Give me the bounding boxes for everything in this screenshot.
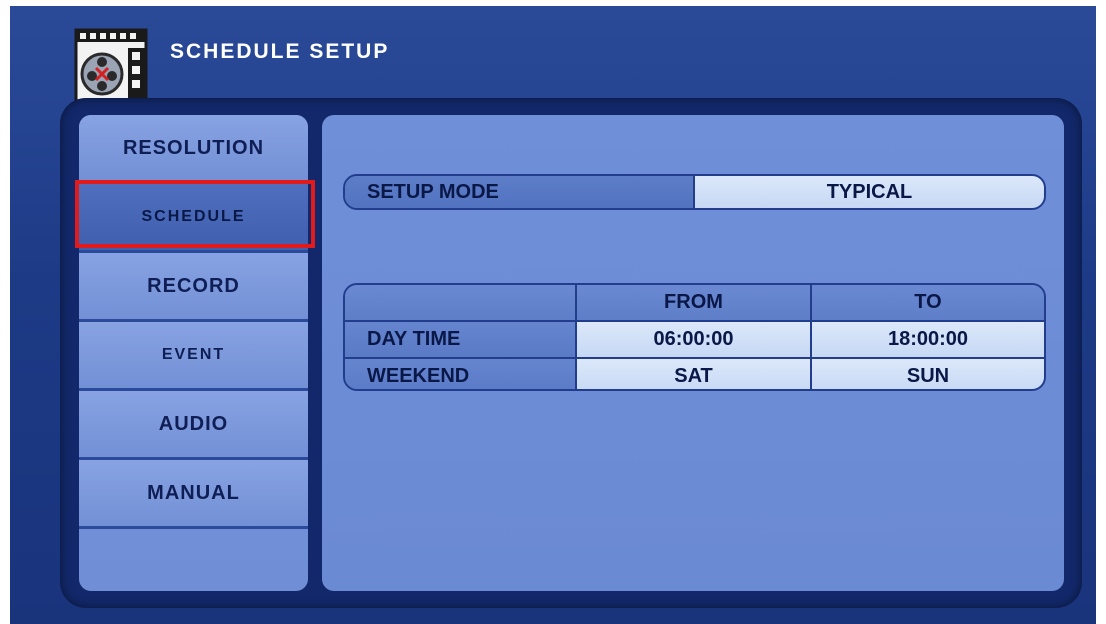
table-header-row: FROM TO <box>345 285 1044 322</box>
weekend-from-field[interactable]: SAT <box>577 359 812 389</box>
sidebar-item-event[interactable]: EVENT <box>79 322 308 391</box>
table-header-cell <box>345 285 577 320</box>
sidebar-item-audio[interactable]: AUDIO <box>79 391 308 460</box>
film-reel-icon <box>74 24 150 104</box>
weekend-to-field[interactable]: SUN <box>812 359 1044 389</box>
table-header-from: FROM <box>577 285 812 320</box>
day-time-to-field[interactable]: 18:00:00 <box>812 322 1044 357</box>
sidebar-item-record[interactable]: RECORD <box>79 253 308 322</box>
day-time-from-field[interactable]: 06:00:00 <box>577 322 812 357</box>
setup-mode-select[interactable]: TYPICAL <box>695 176 1044 208</box>
selection-highlight <box>75 180 315 248</box>
table-header-to: TO <box>812 285 1044 320</box>
row-label-day-time: DAY TIME <box>345 322 577 357</box>
row-label-weekend: WEEKEND <box>345 359 577 389</box>
schedule-table: FROM TO DAY TIME 06:00:00 18:00:00 WEEKE… <box>343 283 1046 391</box>
setup-mode-label: SETUP MODE <box>345 176 695 208</box>
page-title: SCHEDULE SETUP <box>170 40 390 63</box>
table-row: DAY TIME 06:00:00 18:00:00 <box>345 322 1044 359</box>
sidebar-item-resolution[interactable]: RESOLUTION <box>79 115 308 184</box>
table-row: WEEKEND SAT SUN <box>345 359 1044 389</box>
setup-mode-row: SETUP MODE TYPICAL <box>343 174 1046 210</box>
sidebar-item-manual[interactable]: MANUAL <box>79 460 308 529</box>
